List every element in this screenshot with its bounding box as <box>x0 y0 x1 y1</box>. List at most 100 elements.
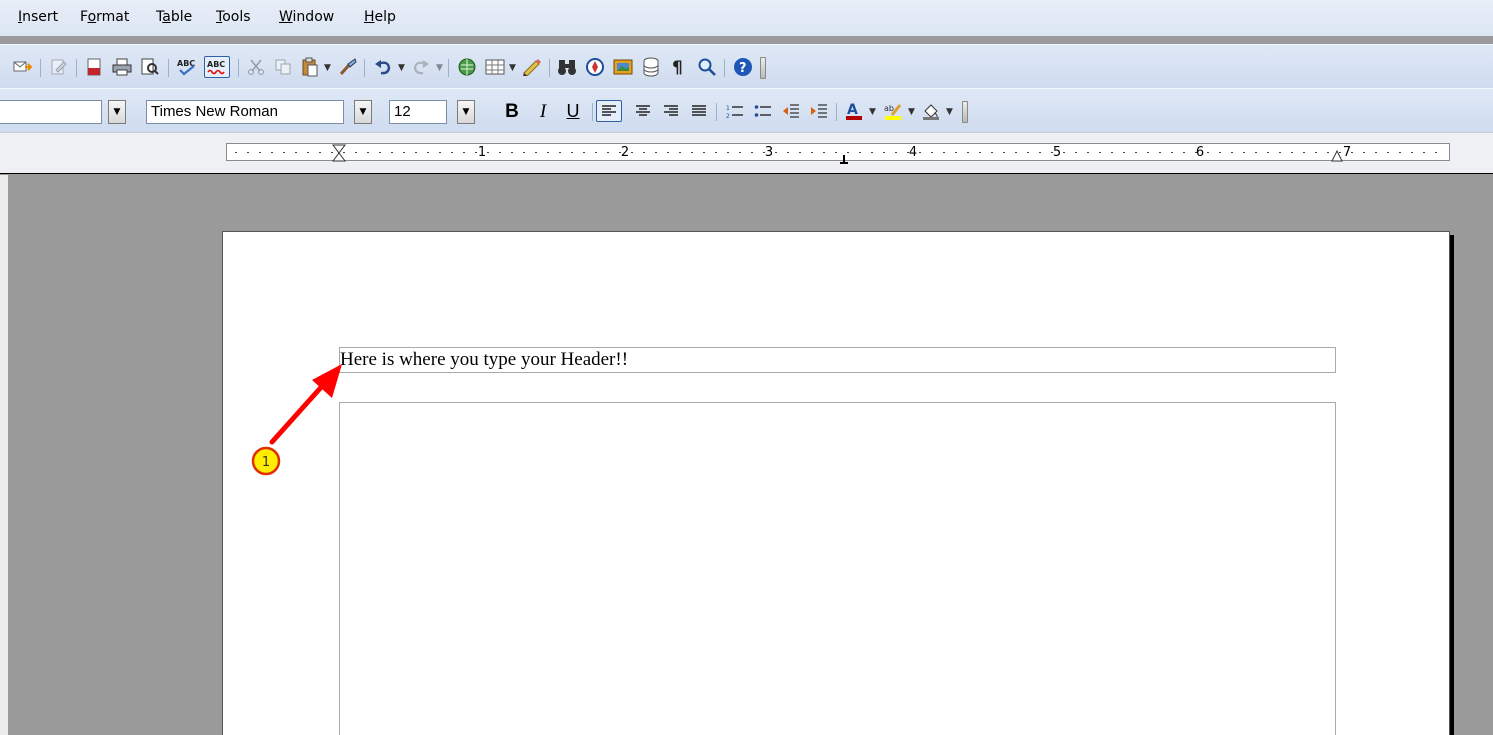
undo-dropdown-icon[interactable]: ▼ <box>398 63 405 73</box>
document-page[interactable]: Here is where you type your Header!! <box>222 231 1450 735</box>
ruler-tick <box>1015 152 1017 153</box>
ruler-tick <box>1051 152 1053 153</box>
menu-format[interactable]: Format <box>80 9 129 25</box>
undo-icon[interactable] <box>372 56 394 78</box>
increase-indent-icon[interactable] <box>808 100 830 122</box>
font-name-combo[interactable]: Times New Roman <box>146 100 344 124</box>
ruler-tick <box>1363 152 1365 153</box>
ruler-tick <box>727 152 729 153</box>
navigator-icon[interactable] <box>584 56 606 78</box>
header-text[interactable]: Here is where you type your Header!! <box>340 349 628 371</box>
page-preview-icon[interactable] <box>139 56 161 78</box>
paste-icon[interactable] <box>299 56 321 78</box>
page-body-area[interactable] <box>339 402 1336 735</box>
ruler-tick <box>1231 152 1233 153</box>
edit-file-icon[interactable] <box>48 56 70 78</box>
ruler-tick <box>1219 152 1221 153</box>
toolbar-separator <box>836 103 837 121</box>
underline-button[interactable]: U <box>562 100 584 122</box>
background-color-icon[interactable] <box>920 100 942 122</box>
ruler-tick <box>799 152 801 153</box>
background-color-dropdown-icon[interactable]: ▼ <box>946 107 953 117</box>
paragraph-style-dropdown-icon[interactable]: ▼ <box>108 100 126 124</box>
font-name-dropdown-icon[interactable]: ▼ <box>354 100 372 124</box>
bold-button[interactable]: B <box>501 100 523 122</box>
toolbar-grip[interactable] <box>962 101 968 123</box>
align-right-icon[interactable] <box>660 100 682 122</box>
ruler-number: 7 <box>1342 145 1352 160</box>
menu-table[interactable]: Table <box>156 9 192 25</box>
ruler-tick <box>1087 152 1089 153</box>
toolbar-separator <box>716 103 717 121</box>
toolbar-separator <box>168 59 169 77</box>
page-header-area[interactable]: Here is where you type your Header!! <box>339 347 1336 373</box>
align-left-icon[interactable] <box>596 100 622 122</box>
ruler-tick <box>715 152 717 153</box>
align-center-icon[interactable] <box>632 100 654 122</box>
ruler-tick <box>1351 152 1353 153</box>
table-dropdown-icon[interactable]: ▼ <box>509 63 516 73</box>
left-edge <box>0 175 8 735</box>
gallery-icon[interactable] <box>612 56 634 78</box>
send-mail-icon[interactable] <box>12 56 34 78</box>
menu-window[interactable]: Window <box>279 9 334 25</box>
ruler-tick <box>367 152 369 153</box>
font-color-icon[interactable]: A <box>843 100 865 122</box>
spellcheck-icon[interactable]: ABC <box>176 56 198 78</box>
ruler-tick <box>739 152 741 153</box>
svg-text:?: ? <box>739 61 747 76</box>
indent-marker-icon[interactable] <box>331 144 347 165</box>
ruler-tick <box>595 152 597 153</box>
table-icon[interactable] <box>484 56 506 78</box>
ruler-tick <box>775 152 777 153</box>
paragraph-style-combo[interactable] <box>0 100 102 124</box>
find-replace-icon[interactable] <box>556 56 578 78</box>
ruler-tick <box>1099 152 1101 153</box>
font-color-dropdown-icon[interactable]: ▼ <box>869 107 876 117</box>
ruler-number: 2 <box>620 145 630 160</box>
clone-formatting-icon[interactable] <box>337 56 359 78</box>
standard-toolbar: ABC ABC ▼ ▼ ▼ ▼ ¶ ? <box>0 44 1493 88</box>
zoom-icon[interactable] <box>696 56 718 78</box>
tab-stop-icon[interactable] <box>839 153 849 167</box>
ruler-tick <box>1411 152 1413 153</box>
hyperlink-icon[interactable] <box>456 56 478 78</box>
toolbar-grip[interactable] <box>760 57 766 79</box>
data-sources-icon[interactable] <box>640 56 662 78</box>
formatting-marks-icon[interactable]: ¶ <box>668 56 690 78</box>
highlighting-dropdown-icon[interactable]: ▼ <box>908 107 915 117</box>
copy-icon[interactable] <box>272 56 294 78</box>
print-icon[interactable] <box>111 56 133 78</box>
right-indent-marker-icon[interactable] <box>1331 149 1343 165</box>
toolbar-separator <box>364 59 365 77</box>
horizontal-ruler[interactable]: 1 2 3 4 5 6 7 <box>226 143 1450 164</box>
export-pdf-icon[interactable] <box>83 56 105 78</box>
highlighting-icon[interactable]: ab <box>882 100 904 122</box>
help-icon[interactable]: ? <box>732 56 754 78</box>
autospellcheck-icon[interactable]: ABC <box>204 56 230 78</box>
paste-dropdown-icon[interactable]: ▼ <box>324 63 331 73</box>
ruler-number: 5 <box>1052 145 1062 160</box>
menu-insert[interactable]: Insert <box>18 9 58 25</box>
redo-icon[interactable] <box>410 56 432 78</box>
svg-text:ABC: ABC <box>207 60 225 69</box>
bullets-icon[interactable] <box>752 100 774 122</box>
justify-icon[interactable] <box>688 100 710 122</box>
ruler-tick <box>1111 152 1113 153</box>
cut-icon[interactable] <box>245 56 267 78</box>
ruler-tick <box>571 152 573 153</box>
ruler-tick <box>847 152 849 153</box>
numbering-icon[interactable]: 12 <box>724 100 746 122</box>
ruler-tick <box>403 152 405 153</box>
menu-help[interactable]: Help <box>364 9 396 25</box>
font-size-combo[interactable]: 12 <box>389 100 447 124</box>
show-draw-functions-icon[interactable] <box>521 56 543 78</box>
italic-button[interactable]: I <box>532 100 554 122</box>
redo-dropdown-icon[interactable]: ▼ <box>436 63 443 73</box>
font-size-dropdown-icon[interactable]: ▼ <box>457 100 475 124</box>
ruler-tick <box>343 152 345 153</box>
menu-tools[interactable]: Tools <box>216 9 251 25</box>
decrease-indent-icon[interactable] <box>780 100 802 122</box>
svg-text:A: A <box>847 102 858 118</box>
ruler-tick <box>379 152 381 153</box>
